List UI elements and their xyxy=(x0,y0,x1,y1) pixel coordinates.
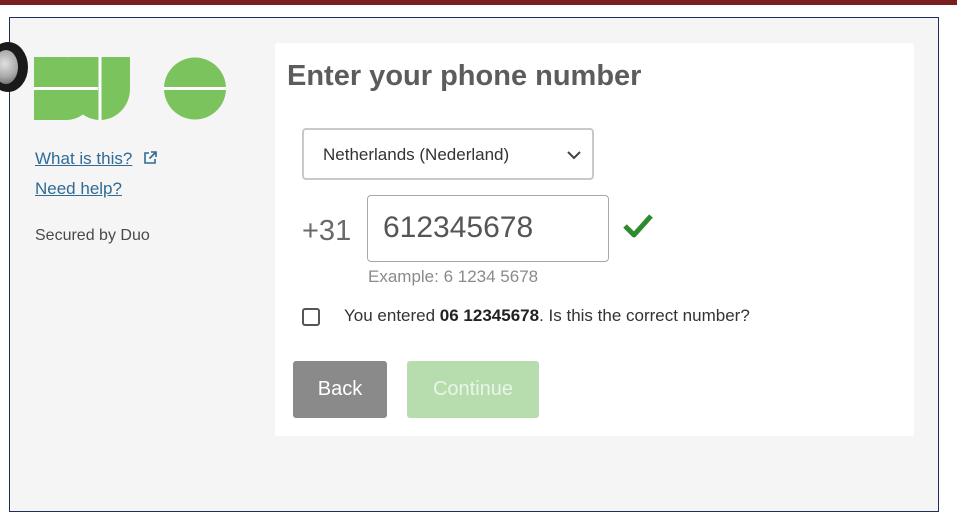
back-button[interactable]: Back xyxy=(293,361,387,418)
confirm-number-checkbox[interactable] xyxy=(302,308,320,326)
what-is-this-link[interactable]: What is this? xyxy=(35,149,132,169)
duo-logo xyxy=(34,57,226,120)
page-title: Enter your phone number xyxy=(287,60,642,92)
phone-example-hint: Example: 6 1234 5678 xyxy=(368,267,539,286)
country-select-value: Netherlands (Nederland) xyxy=(323,145,510,164)
country-select[interactable]: Netherlands (Nederland) xyxy=(302,128,594,180)
checkmark-icon xyxy=(623,214,653,238)
continue-button[interactable]: Continue xyxy=(407,361,539,418)
confirm-number-label: You entered 06 12345678. Is this the cor… xyxy=(344,306,750,325)
secured-by-duo: Secured by Duo xyxy=(35,227,150,244)
country-code-prefix: +31 xyxy=(302,215,352,247)
chevron-down-icon xyxy=(567,151,581,160)
confirm-number-value: 06 12345678 xyxy=(439,306,540,325)
phone-number-input[interactable]: 612345678 xyxy=(367,195,609,262)
top-accent-bar xyxy=(0,0,957,5)
phone-number-value: 612345678 xyxy=(383,211,534,244)
need-help-link[interactable]: Need help? xyxy=(35,179,122,199)
external-link-icon xyxy=(144,151,157,164)
